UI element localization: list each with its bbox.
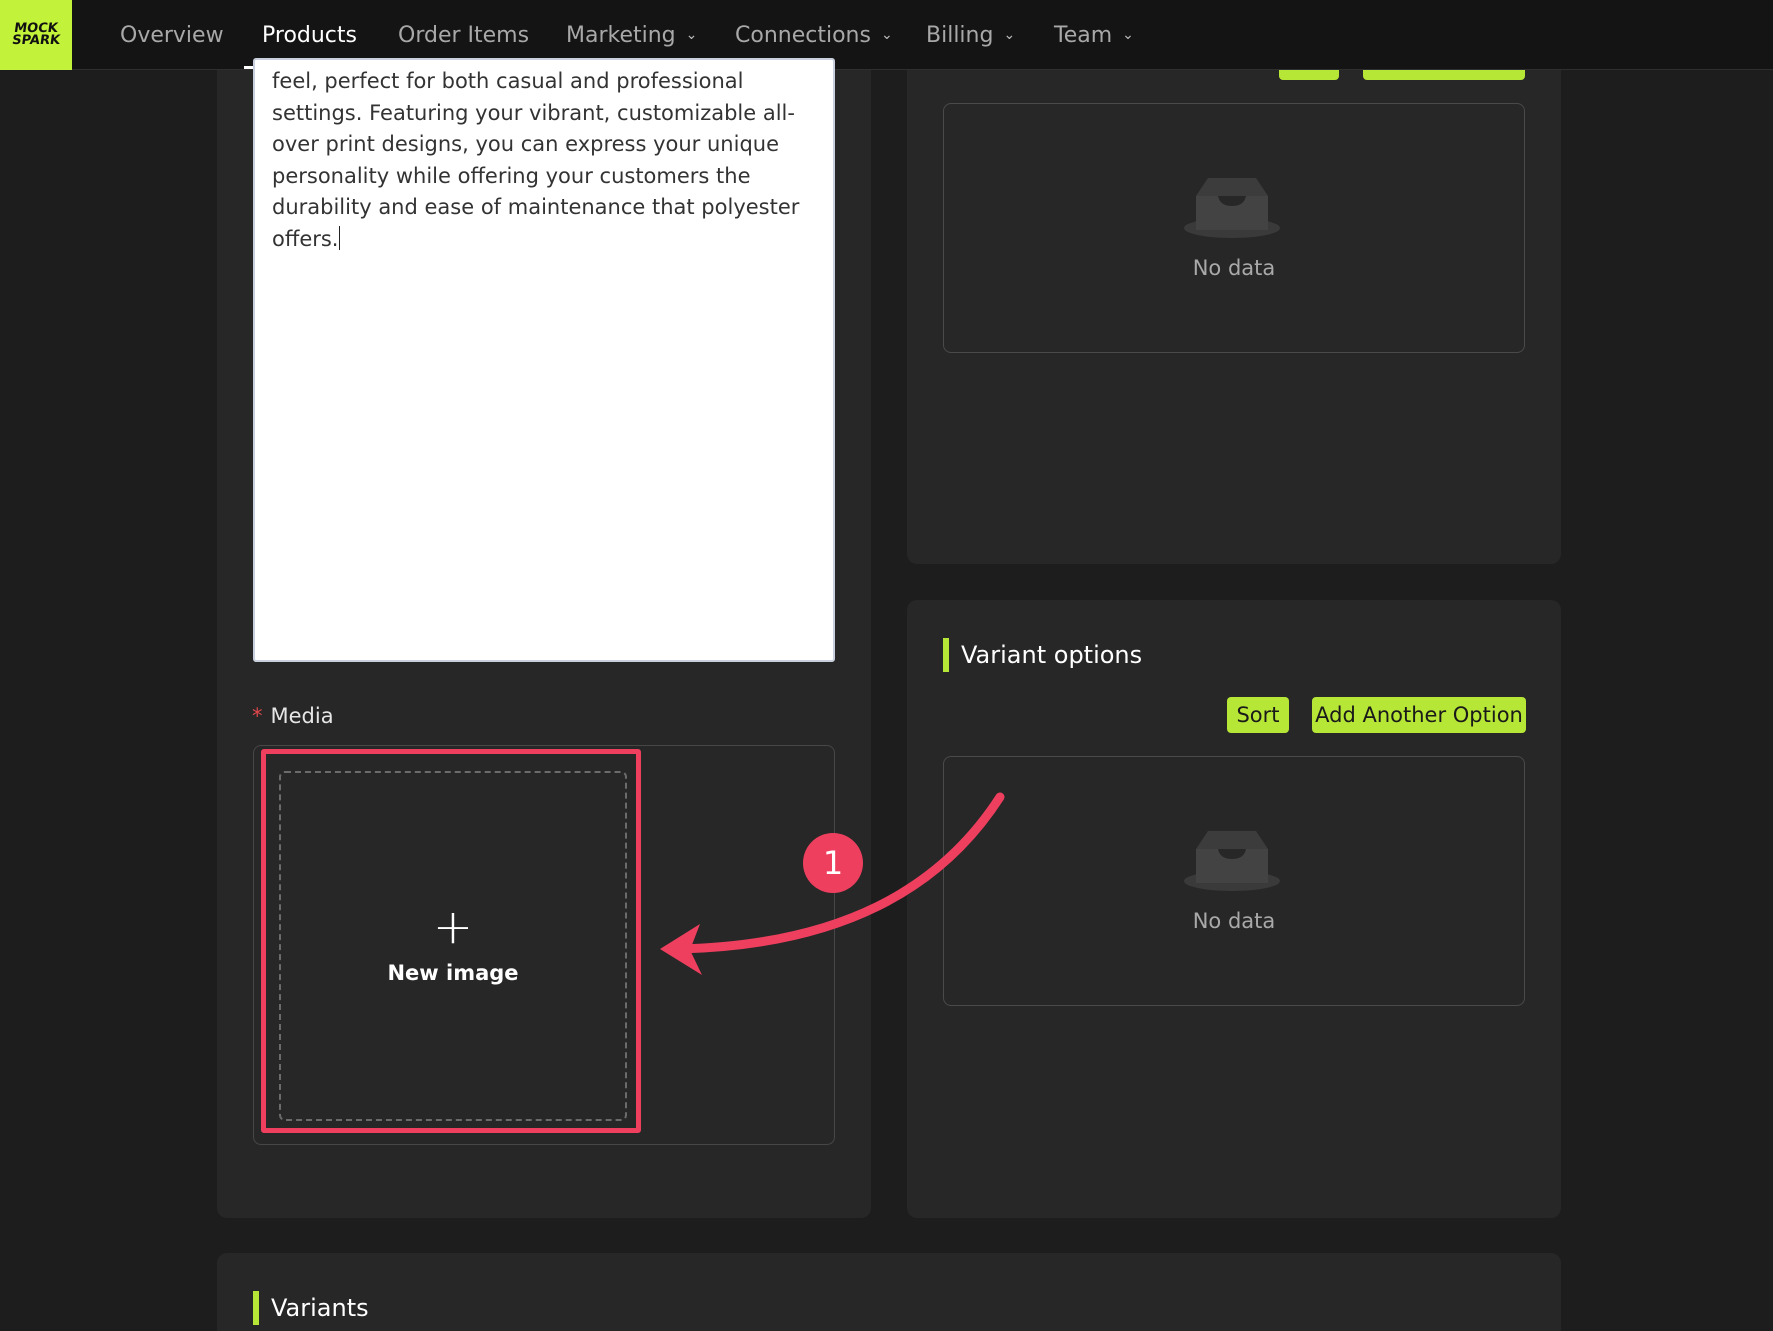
chevron-down-icon: ⌄ <box>1003 27 1016 43</box>
nav-order-items-label: Order Items <box>398 22 530 48</box>
variant-options-empty-state: No data <box>943 756 1525 1006</box>
media-label: * Media <box>252 704 334 728</box>
nav-team[interactable]: Team ⌄ <box>1054 0 1134 70</box>
nav-team-label: Team <box>1054 22 1113 48</box>
media-label-text: Media <box>270 704 334 728</box>
no-data-text: No data <box>1192 256 1276 280</box>
variants-title: Variants <box>253 1291 369 1325</box>
nav-overview-label: Overview <box>120 22 224 48</box>
logo-line-2: SPARK <box>11 33 62 48</box>
text-caret <box>338 225 340 250</box>
required-mark: * <box>252 704 263 728</box>
nav-marketing-label: Marketing <box>566 22 676 48</box>
variant-options-title: Variant options <box>943 638 1142 672</box>
description-text: feel, perfect for both casual and profes… <box>272 69 800 251</box>
sort-button[interactable]: Sort <box>1227 697 1289 733</box>
chevron-down-icon: ⌄ <box>880 27 893 43</box>
mockspark-logo[interactable]: MOCK SPARK <box>0 0 72 70</box>
inbox-empty-icon <box>1184 178 1280 238</box>
chevron-down-icon: ⌄ <box>1122 27 1134 43</box>
inbox-empty-icon <box>1184 831 1280 891</box>
nav-connections-label: Connections <box>735 22 871 48</box>
no-data-text: No data <box>1192 909 1276 933</box>
description-textarea[interactable]: feel, perfect for both casual and profes… <box>253 58 835 662</box>
nav-billing[interactable]: Billing ⌄ <box>926 0 1015 70</box>
nav-overview[interactable]: Overview <box>120 0 224 70</box>
top-panel-button-partial[interactable] <box>1363 70 1525 80</box>
step-badge: 1 <box>803 833 863 893</box>
nav-products-label: Products <box>262 22 357 48</box>
nav-billing-label: Billing <box>926 22 994 48</box>
chevron-down-icon: ⌄ <box>685 27 698 43</box>
add-another-option-button[interactable]: Add Another Option <box>1312 697 1526 733</box>
variants-card <box>217 1253 1561 1331</box>
top-panel-button-partial[interactable] <box>1279 70 1339 80</box>
highlight-box <box>261 749 641 1133</box>
top-panel-empty-state: No data <box>943 103 1525 353</box>
